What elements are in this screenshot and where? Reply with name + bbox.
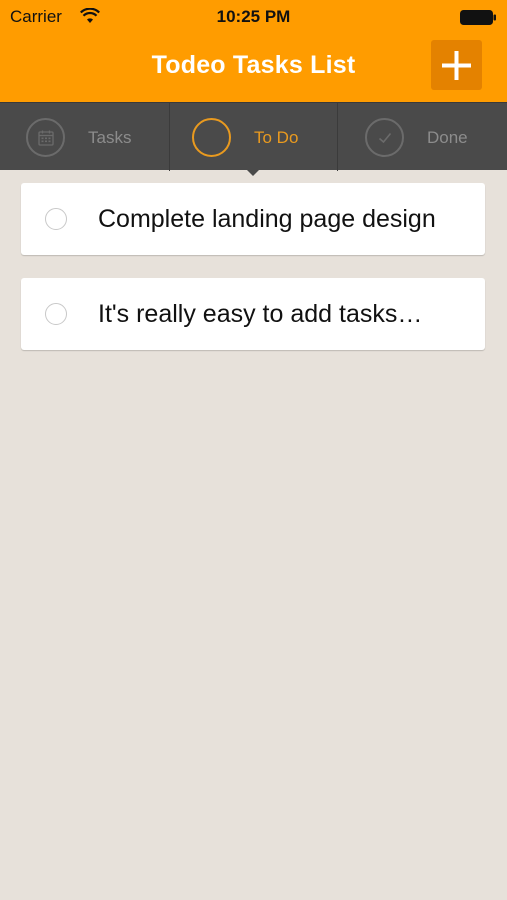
task-checkbox[interactable] [45, 303, 67, 325]
task-title: It's really easy to add tasks… [98, 300, 423, 328]
task-title: Complete landing page design [98, 205, 436, 233]
plus-icon [442, 51, 471, 80]
tab-bar: Tasks To Do Done [0, 102, 507, 171]
tab-tasks[interactable]: Tasks [0, 103, 169, 171]
calendar-icon [38, 130, 54, 146]
active-tab-pointer [247, 170, 259, 176]
add-task-button[interactable] [431, 40, 482, 90]
status-bar: Carrier 10:25 PM [0, 0, 507, 34]
task-item[interactable]: It's really easy to add tasks… [21, 278, 485, 350]
tab-todo-label: To Do [254, 128, 299, 147]
app-header: Carrier 10:25 PM Todeo Tasks List [0, 0, 507, 102]
checkmark-icon [378, 132, 392, 144]
tab-todo[interactable]: To Do [169, 103, 338, 171]
tab-done[interactable]: Done [338, 103, 507, 171]
tab-done-icon-ring [365, 118, 404, 157]
circle-icon [192, 118, 231, 157]
tab-tasks-label: Tasks [88, 128, 132, 147]
task-checkbox[interactable] [45, 208, 67, 230]
status-time: 10:25 PM [216, 7, 291, 26]
battery-icon [460, 10, 496, 25]
task-item[interactable]: Complete landing page design [21, 183, 485, 255]
tab-tasks-icon-ring [26, 118, 65, 157]
tab-done-label: Done [427, 128, 468, 147]
